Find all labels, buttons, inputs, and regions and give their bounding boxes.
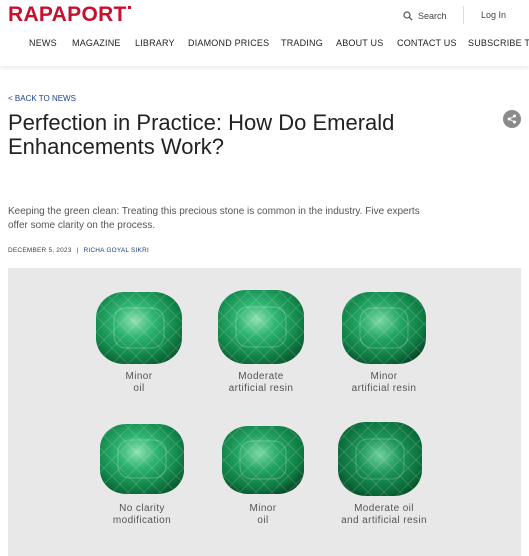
emerald-figure: Minor oil Moderate artificial resin Mino… (8, 268, 521, 556)
caption-line-2: artificial resin (351, 383, 417, 394)
caption-line-1: Minor (249, 503, 277, 514)
login-link[interactable]: Log In (481, 10, 506, 20)
emerald-stone-5 (222, 426, 304, 494)
back-to-news-link[interactable]: < BACK TO NEWS (8, 94, 76, 103)
nav-item-about-us[interactable]: ABOUT US (336, 38, 383, 48)
share-button[interactable] (503, 110, 521, 128)
search-button[interactable]: Search (403, 9, 447, 23)
caption-stone-1: Minor oil (89, 371, 189, 395)
caption-line-1: Minor (125, 371, 153, 382)
nav-item-contact-us[interactable]: CONTACT US (397, 38, 457, 48)
caption-stone-2: Moderate artificial resin (201, 371, 321, 395)
emerald-stone-4 (100, 424, 184, 494)
nav-item-magazine[interactable]: MAGAZINE (72, 38, 121, 48)
nav-item-diamond-prices[interactable]: DIAMOND PRICES (188, 38, 269, 48)
emerald-stone-6 (338, 422, 422, 496)
search-label: Search (418, 11, 447, 21)
caption-line-2: oil (133, 383, 145, 394)
caption-line-1: Minor (370, 371, 398, 382)
article-date: DECEMBER 5, 2023 (8, 247, 72, 254)
main-nav: NEWS MAGAZINE LIBRARY DIAMOND PRICES TRA… (0, 38, 529, 50)
caption-line-1: Moderate (238, 371, 284, 382)
article-subtitle: Keeping the green clean: Treating this p… (8, 206, 420, 231)
article-byline: DECEMBER 5, 2023 | RICHA GOYAL SIKRI (8, 247, 149, 254)
emerald-stone-3 (342, 292, 426, 364)
logo-dot (127, 6, 131, 9)
caption-line-1: No clarity (119, 503, 165, 514)
caption-line-2: artificial resin (228, 383, 294, 394)
nav-item-news[interactable]: NEWS (29, 38, 57, 48)
article-title: Perfection in Practice: How Do Emerald E… (8, 110, 395, 159)
rapaport-logo[interactable]: RAPAPORT (8, 4, 131, 26)
caption-line-2: and artificial resin (341, 515, 427, 526)
emerald-stone-2 (218, 290, 304, 364)
search-icon (403, 11, 413, 21)
nav-item-trading[interactable]: TRADING (281, 38, 323, 48)
byline-separator: | (76, 247, 79, 254)
caption-stone-4: No clarity modification (87, 503, 197, 527)
header-divider (463, 6, 464, 24)
caption-line-2: modification (112, 515, 172, 526)
site-header: RAPAPORT Search Log In NEWS MAGAZINE LIB… (0, 0, 529, 66)
nav-item-library[interactable]: LIBRARY (135, 38, 175, 48)
logo-text: RAPAPORT (8, 3, 127, 26)
share-icon (507, 114, 516, 124)
emerald-stone-1 (96, 292, 182, 364)
nav-item-subscribe[interactable]: SUBSCRIBE TO (468, 38, 529, 48)
caption-stone-5: Minor oil (213, 503, 313, 527)
caption-stone-6: Moderate oil and artificial resin (320, 503, 448, 527)
article-author[interactable]: RICHA GOYAL SIKRI (83, 247, 149, 254)
caption-line-1: Moderate oil (354, 503, 414, 514)
caption-stone-3: Minor artificial resin (324, 371, 444, 395)
caption-line-2: oil (257, 515, 269, 526)
